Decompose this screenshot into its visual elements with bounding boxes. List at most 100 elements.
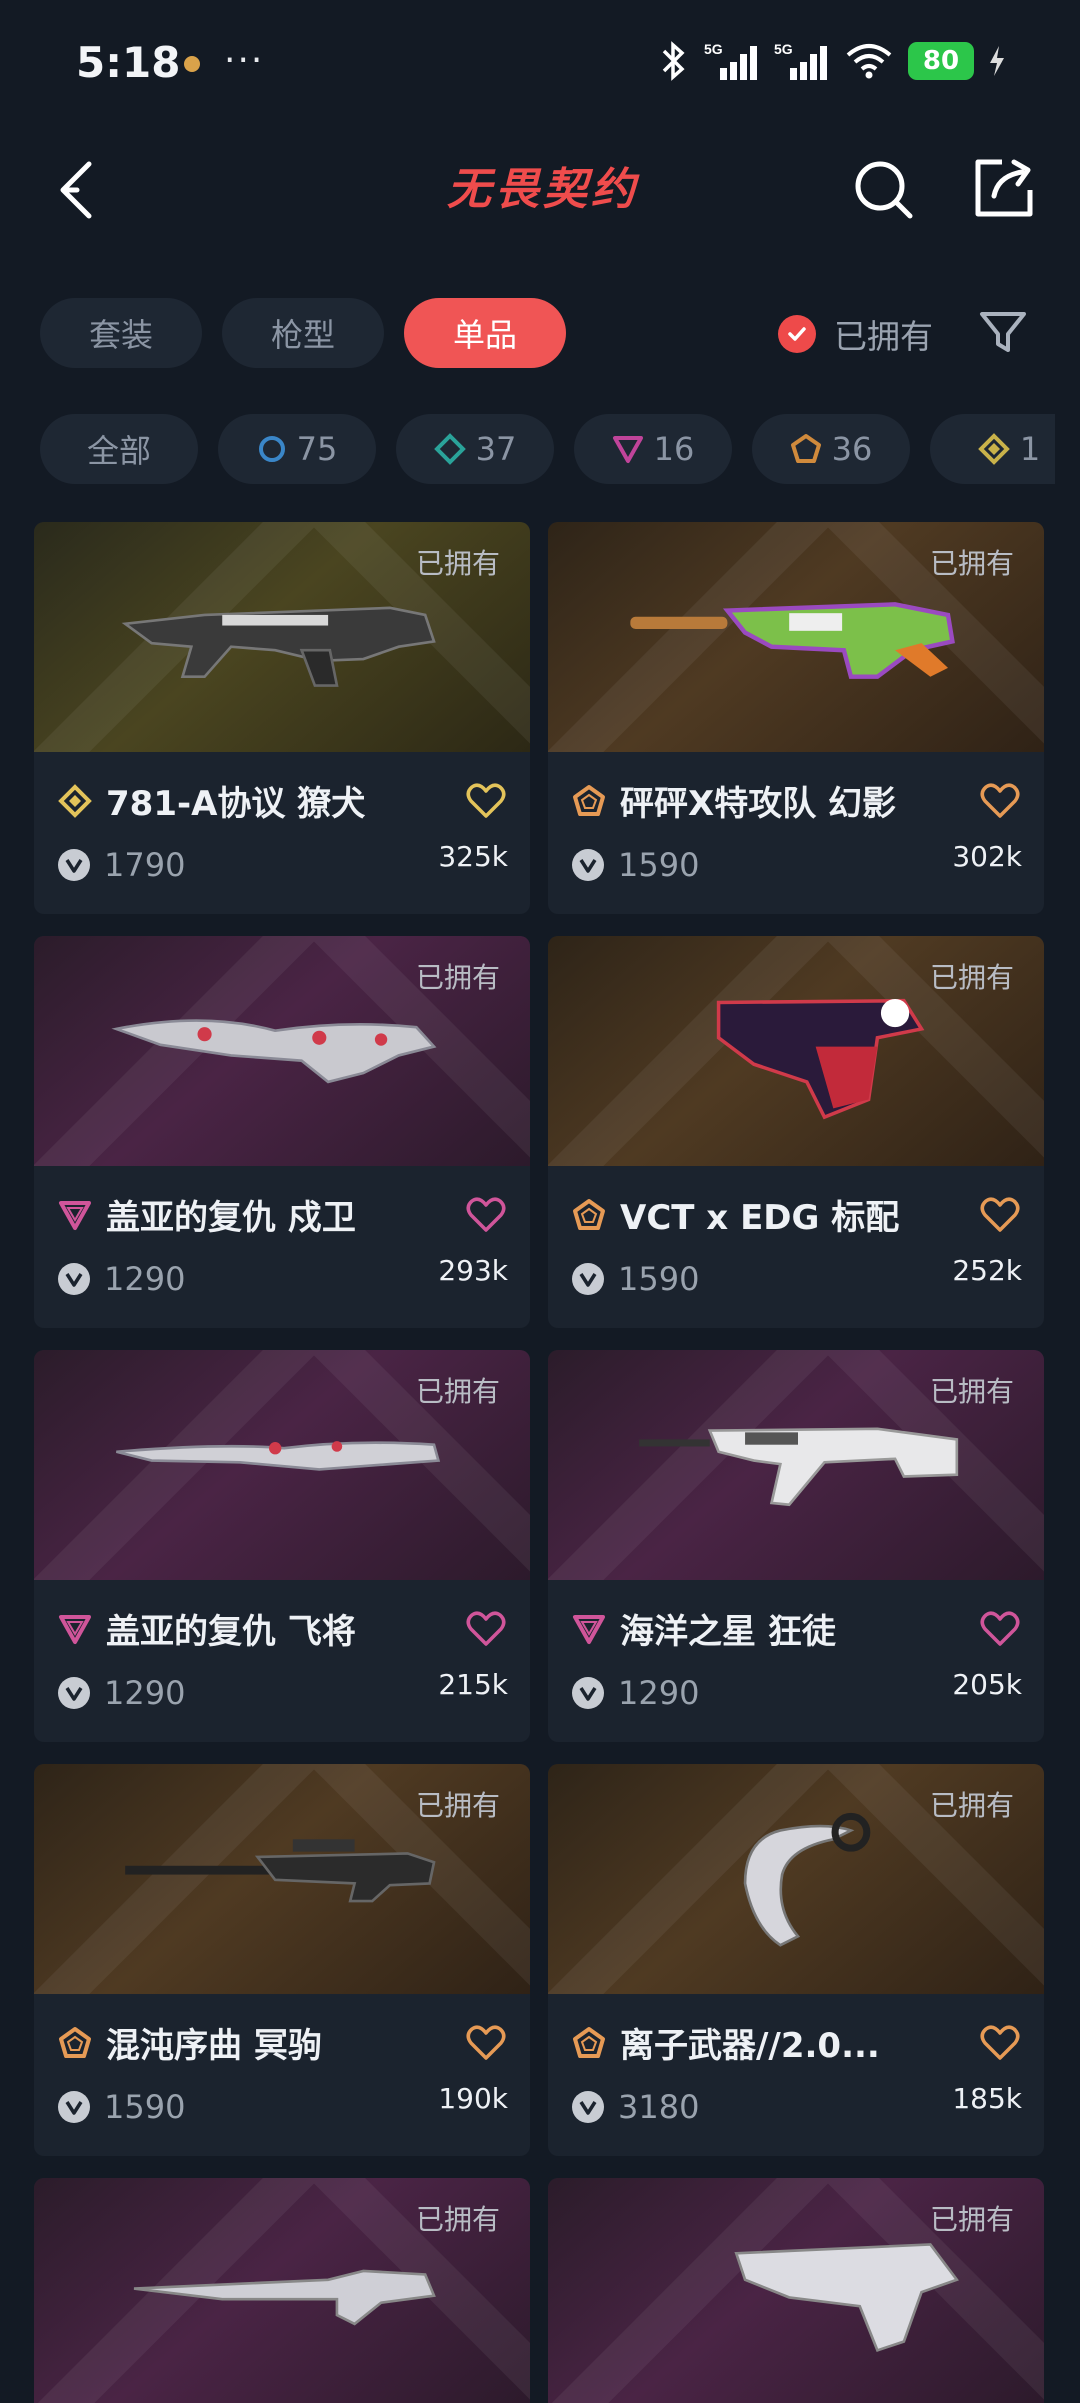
owned-toggle[interactable]: 已拥有: [778, 310, 933, 358]
item-card[interactable]: 已拥有混沌序曲 冥驹 1590 190k: [34, 1764, 530, 2156]
like-count: 325k: [438, 840, 508, 873]
signal-label-1: 5G: [704, 41, 723, 57]
checkmark-icon: [778, 315, 816, 353]
search-icon: [855, 161, 913, 219]
item-card[interactable]: 已拥有 VCT x EDG 标配 1590 252k: [548, 936, 1044, 1328]
app-header: 无畏契约: [0, 130, 1080, 250]
owned-tag: 已拥有: [415, 1789, 500, 1822]
item-card[interactable]: 已拥有: [548, 2178, 1044, 2403]
item-card[interactable]: 已拥有: [34, 2178, 530, 2403]
item-name: 砰砰X特攻队 幻影: [620, 784, 897, 824]
tab-weapon-type[interactable]: 枪型: [222, 298, 384, 368]
heart-icon[interactable]: [466, 782, 506, 819]
item-image: 已拥有: [34, 1764, 530, 1994]
weapon-skin-image: [743, 1812, 871, 1947]
heart-icon[interactable]: [980, 2024, 1020, 2061]
notification-dot-icon: [184, 56, 200, 72]
price-row: 1590: [572, 846, 699, 884]
item-image: 已拥有: [548, 1764, 1044, 1994]
pink-tier-icon: [58, 1198, 92, 1232]
weapon-skin-image: [716, 998, 925, 1120]
weapon-skin-image: [734, 2243, 959, 2353]
item-name: 盖亚的复仇 飞将: [106, 1612, 356, 1652]
item-card[interactable]: 已拥有 离子武器//2.0... 3180 185k: [548, 1764, 1044, 2156]
price-row: 1790: [58, 846, 185, 884]
rarity-filter-row: 全部 75 37 16 36 1: [40, 414, 1055, 484]
triangle-down-icon: [612, 436, 643, 463]
orange-tier-icon: [572, 1198, 606, 1232]
rarity-chip-exclusive[interactable]: 36: [752, 414, 910, 484]
rarity-chip-select[interactable]: 75: [218, 414, 376, 484]
status-time: 5:18: [76, 38, 181, 87]
tab-single-item[interactable]: 单品: [404, 298, 566, 368]
heart-icon[interactable]: [466, 1196, 506, 1233]
orange-tier-icon: [58, 2026, 92, 2060]
app-logo: 无畏契约: [447, 164, 639, 215]
item-price: 1590: [618, 1260, 700, 1298]
owned-tag: 已拥有: [415, 547, 500, 580]
diamond-icon: [433, 433, 466, 465]
wifi-icon: [846, 44, 892, 79]
item-grid: 已拥有 781-A协议 獠犬 1790 325k 已拥有 砰砰X特攻队 幻影 1590 302…: [34, 522, 1046, 2403]
weapon-skin-image: [133, 2269, 436, 2326]
heart-icon[interactable]: [980, 782, 1020, 819]
item-title-row: 盖亚的复仇 戍卫: [58, 1190, 506, 1239]
signal-icon: 5G: [704, 41, 757, 80]
like-count: 293k: [438, 1254, 508, 1287]
orange-tier-icon: [572, 2026, 606, 2060]
pentagon-icon: [790, 434, 821, 463]
item-card[interactable]: 已拥有 盖亚的复仇 飞将 1290 215k: [34, 1350, 530, 1742]
item-image: 已拥有: [34, 522, 530, 752]
item-image: 已拥有: [548, 2178, 1044, 2403]
rarity-chip-label: 37: [475, 430, 517, 468]
rarity-chip-ultra[interactable]: 1: [930, 414, 1055, 484]
item-image: 已拥有: [548, 522, 1044, 752]
price-row: 1590: [58, 2088, 185, 2126]
item-card[interactable]: 已拥有 盖亚的复仇 戍卫 1290 293k: [34, 936, 530, 1328]
valorant-points-icon: [58, 1263, 90, 1295]
share-button[interactable]: [972, 156, 1036, 220]
owned-tag: 已拥有: [929, 961, 1014, 994]
valorant-points-icon: [572, 2091, 604, 2123]
price-row: 1290: [572, 1674, 699, 1712]
item-card[interactable]: 已拥有砰砰X特攻队 幻影 1590 302k: [548, 522, 1044, 914]
weapon-skin-image: [116, 1441, 441, 1471]
circle-icon: [258, 436, 285, 462]
rarity-chip-all[interactable]: 全部: [40, 414, 198, 484]
item-image: 已拥有: [548, 936, 1044, 1166]
like-count: 302k: [952, 840, 1022, 873]
chevron-left-icon: [60, 161, 92, 219]
weapon-skin-image: [121, 606, 436, 687]
heart-icon[interactable]: [466, 1610, 506, 1647]
item-card[interactable]: 已拥有 781-A协议 獠犬 1790 325k: [34, 522, 530, 914]
item-price: 1590: [618, 846, 700, 884]
heart-icon[interactable]: [980, 1196, 1020, 1233]
diamond-gold-icon: [977, 433, 1010, 465]
owned-tag: 已拥有: [929, 547, 1014, 580]
tab-bundle[interactable]: 套装: [40, 298, 202, 368]
like-count: 190k: [438, 2082, 508, 2115]
back-button[interactable]: [40, 152, 110, 228]
item-price: 3180: [618, 2088, 700, 2126]
rarity-chip-label: 36: [831, 430, 873, 468]
like-count: 252k: [952, 1254, 1022, 1287]
share-icon: [975, 159, 1033, 217]
item-card[interactable]: 已拥有 海洋之星 狂徒 1290 205k: [548, 1350, 1044, 1742]
rarity-chip-premium[interactable]: 16: [574, 414, 732, 484]
item-name: 混沌序曲 冥驹: [106, 2026, 322, 2066]
rarity-chip-deluxe[interactable]: 37: [396, 414, 554, 484]
heart-icon[interactable]: [980, 1610, 1020, 1647]
owned-label: 已拥有: [834, 317, 933, 356]
item-price: 1590: [104, 2088, 186, 2126]
item-title-row: VCT x EDG 标配: [572, 1190, 1020, 1239]
svg-text:5G: 5G: [774, 41, 793, 57]
pink-tier-icon: [572, 1612, 606, 1646]
item-price: 1290: [104, 1260, 186, 1298]
price-row: 1590: [572, 1260, 699, 1298]
filter-button[interactable]: [978, 310, 1028, 356]
gold-tier-icon: [58, 783, 92, 818]
search-button[interactable]: [852, 158, 916, 222]
owned-tag: 已拥有: [415, 2203, 500, 2236]
heart-icon[interactable]: [466, 2024, 506, 2061]
price-row: 1290: [58, 1674, 185, 1712]
